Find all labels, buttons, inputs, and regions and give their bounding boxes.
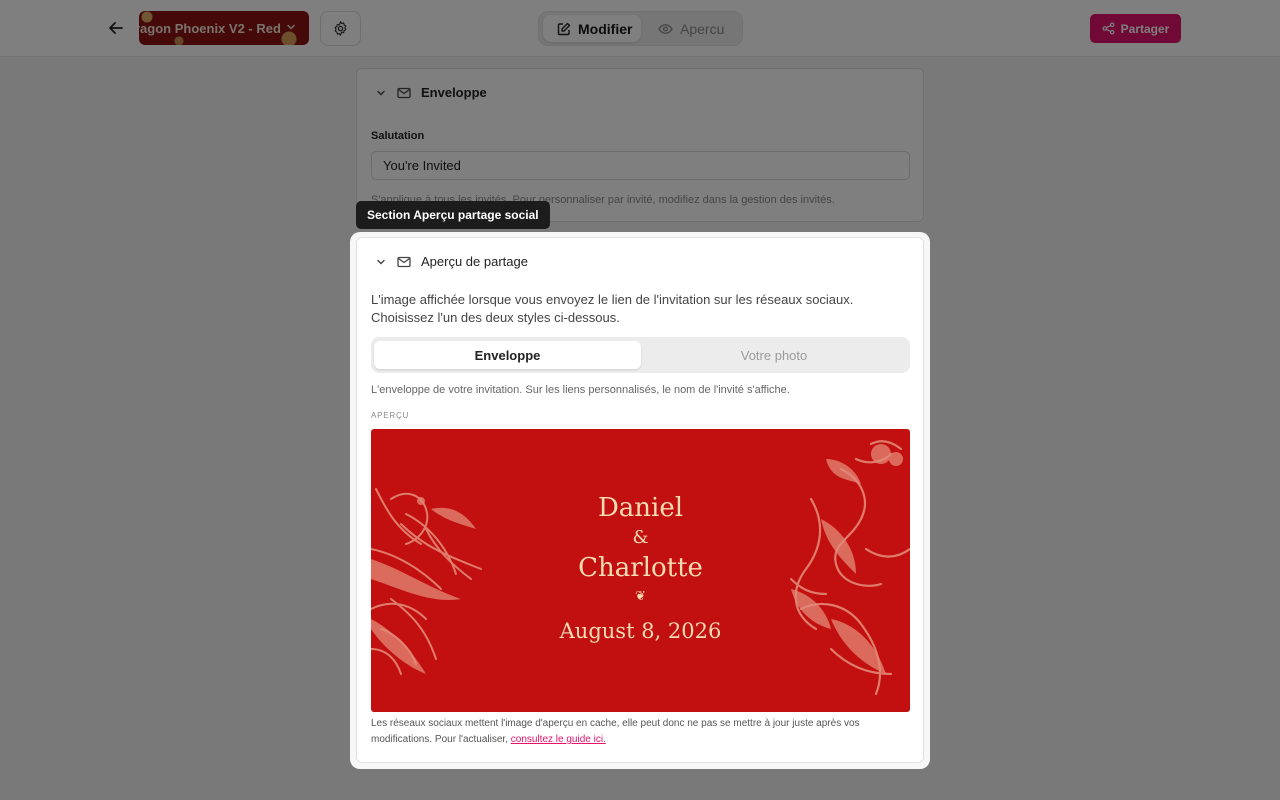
share-preview-section: Aperçu de partage L'image affichée lorsq… xyxy=(356,237,924,763)
preview-name-1: Daniel xyxy=(597,493,684,523)
share-preview-image: Daniel & Charlotte ❦ August 8, 2026 xyxy=(371,429,910,712)
share-section-description: L'image affichée lorsque vous envoyez le… xyxy=(371,292,854,325)
guide-link[interactable]: consultez le guide ici. xyxy=(511,734,606,745)
option-envelope[interactable]: Enveloppe xyxy=(374,341,641,369)
preview-ampersand: & xyxy=(632,527,649,548)
preview-text-block: Daniel & Charlotte ❦ August 8, 2026 xyxy=(371,429,910,712)
option-your-photo[interactable]: Votre photo xyxy=(641,341,907,369)
preview-caption: APERÇU xyxy=(371,411,410,420)
preview-ornament: ❦ xyxy=(635,589,646,604)
spotlight-tooltip: Section Aperçu partage social xyxy=(356,201,550,229)
share-section-header[interactable]: Aperçu de partage xyxy=(375,254,528,269)
mail-icon xyxy=(397,256,411,267)
preview-date: August 8, 2026 xyxy=(559,619,722,643)
preview-name-2: Charlotte xyxy=(578,553,703,583)
cache-note-text: Les réseaux sociaux mettent l'image d'ap… xyxy=(371,718,860,745)
cache-note: Les réseaux sociaux mettent l'image d'ap… xyxy=(371,716,911,748)
share-style-toggle: Enveloppe Votre photo xyxy=(371,337,910,373)
chevron-down-icon xyxy=(377,259,385,264)
share-section-title: Aperçu de partage xyxy=(421,254,528,269)
option-help: L'enveloppe de votre invitation. Sur les… xyxy=(371,384,790,396)
